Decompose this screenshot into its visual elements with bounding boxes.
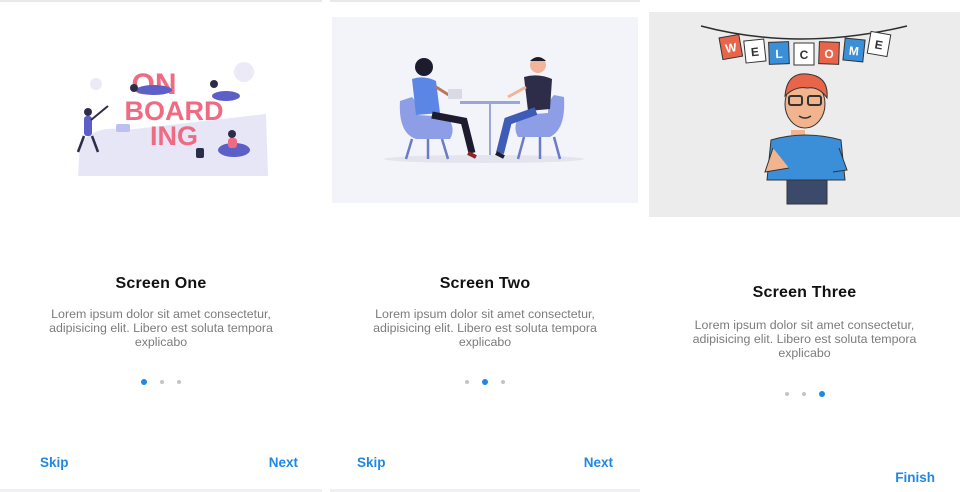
page-dot-2 xyxy=(160,380,164,384)
page-dot-2-active xyxy=(482,379,488,385)
welcome-illustration: W E L C O M E xyxy=(649,12,960,217)
banner-letter-4: C xyxy=(800,48,809,62)
banner-letter-5: O xyxy=(824,47,834,61)
screen-description: Lorem ipsum dolor sit amet consectetur, … xyxy=(49,307,273,349)
onboarding-screen-three: W E L C O M E Screen Three Lorem ipsum d… xyxy=(649,0,960,492)
finish-button[interactable]: Finish xyxy=(895,470,935,485)
banner-letter-3: L xyxy=(775,47,783,61)
next-button[interactable]: Next xyxy=(269,455,298,470)
screen-title: Screen Two xyxy=(439,275,531,292)
next-button[interactable]: Next xyxy=(584,455,613,470)
meeting-illustration xyxy=(332,17,638,203)
top-divider xyxy=(330,0,640,2)
skip-button[interactable]: Skip xyxy=(357,455,386,470)
screen-title: Screen One xyxy=(115,275,207,292)
page-dot-1 xyxy=(465,380,469,384)
screen-description: Lorem ipsum dolor sit amet consectetur, … xyxy=(692,318,917,360)
banner-letter-2: E xyxy=(750,45,759,60)
onboarding-screen-two: Screen Two Lorem ipsum dolor sit amet co… xyxy=(330,0,640,492)
top-divider xyxy=(0,0,322,2)
onboarding-screen-one: ON BOARD ING Screen One Lorem ipsum dolo… xyxy=(0,0,322,492)
page-indicator xyxy=(0,379,322,385)
page-indicator xyxy=(330,379,640,385)
skip-button[interactable]: Skip xyxy=(40,455,69,470)
page-dot-1 xyxy=(784,392,789,396)
page-dot-2 xyxy=(801,392,806,396)
screen-description: Lorem ipsum dolor sit amet consectetur, … xyxy=(373,307,597,349)
banner-letter-6: M xyxy=(848,44,859,59)
page-dot-3 xyxy=(177,380,181,384)
page-dot-3-active xyxy=(818,391,825,397)
screen-title: Screen Three xyxy=(752,284,857,301)
onboarding-illustration: ON BOARD ING xyxy=(76,44,269,176)
illustration-text-ing: ING xyxy=(150,121,198,151)
page-dot-1-active xyxy=(141,379,147,385)
page-indicator xyxy=(649,391,960,397)
page-dot-3 xyxy=(501,380,505,384)
